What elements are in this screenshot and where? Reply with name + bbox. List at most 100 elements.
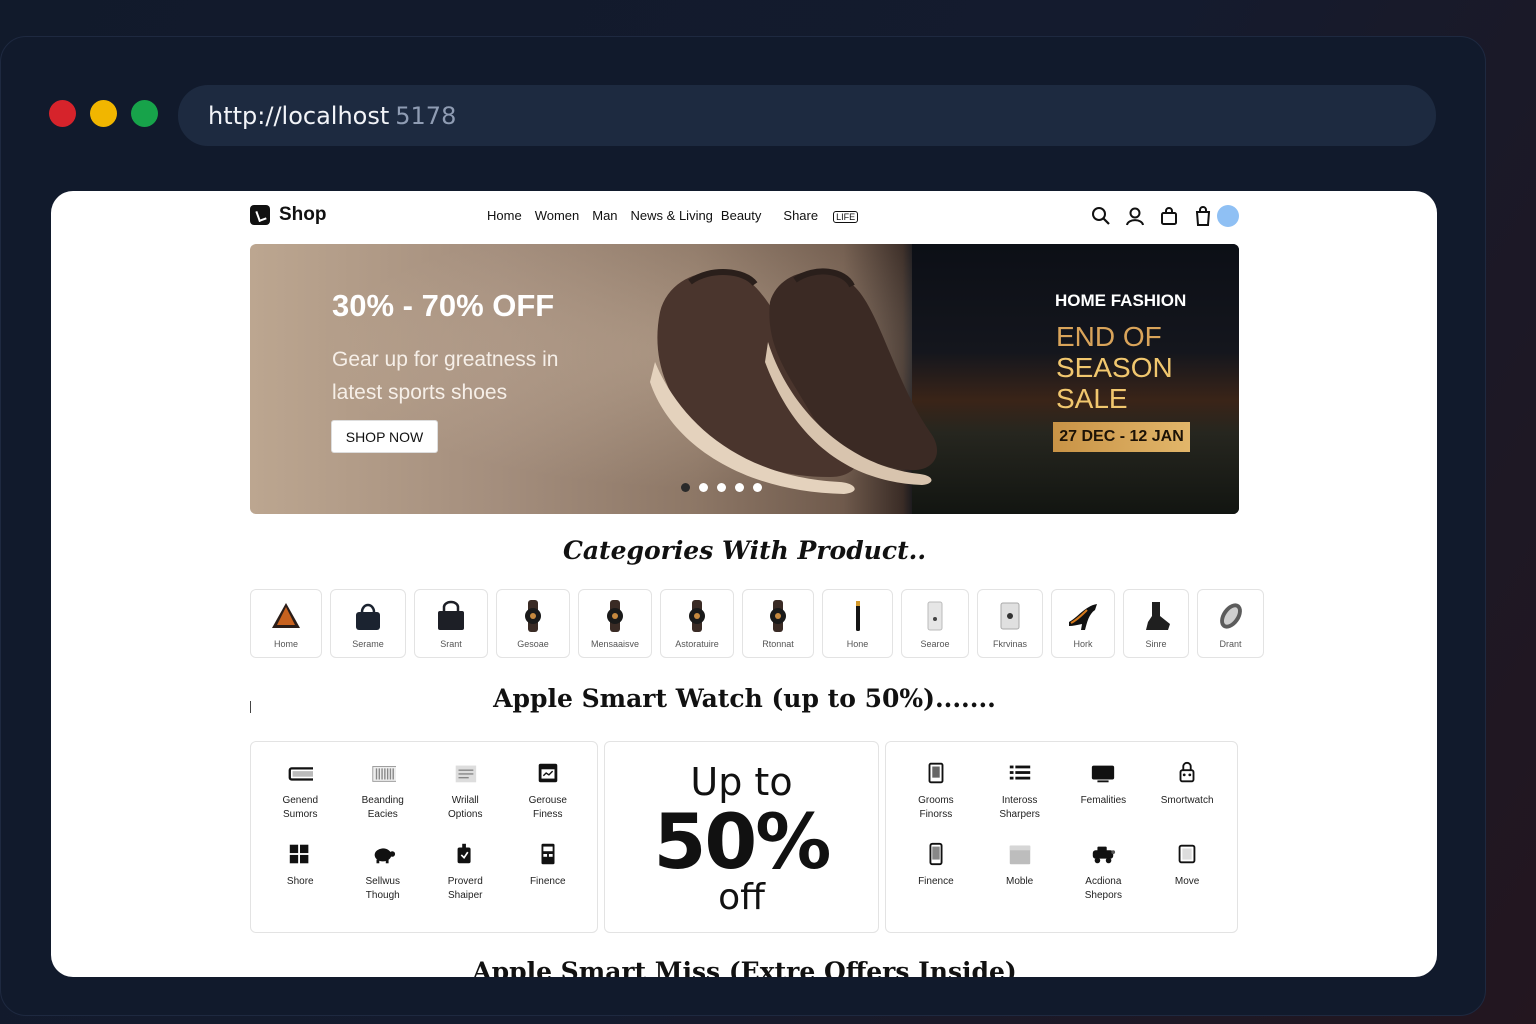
sports-shoes-image (650, 268, 938, 494)
hero-title: 30% - 70% OFF (332, 288, 555, 323)
feature-item[interactable]: Genend Sumors (259, 760, 342, 841)
categories-heading: Categories With Product.. (562, 536, 927, 565)
carousel-dot[interactable] (753, 483, 762, 492)
feature-item[interactable]: Finence (507, 841, 590, 922)
category-card[interactable]: Srant (414, 589, 488, 658)
nav-home[interactable]: Home (487, 208, 522, 223)
device-icon (1000, 602, 1020, 630)
feature-item[interactable]: Sellwus Though (342, 841, 425, 922)
header-tools (1091, 205, 1239, 227)
category-card[interactable]: Fkrvinas (977, 589, 1043, 658)
feature-item[interactable]: Smortwatch (1145, 760, 1229, 841)
nav-news-living[interactable]: News & Living (631, 208, 713, 223)
user-icon[interactable] (1125, 206, 1145, 226)
category-card[interactable]: Rtonnat (742, 589, 814, 658)
calculator-icon (541, 843, 555, 865)
category-label: Mensaaisve (590, 639, 640, 649)
stick-icon (855, 601, 860, 631)
category-label: Searoe (920, 639, 950, 649)
feature-label: Move (1174, 876, 1200, 887)
band-icon (1219, 603, 1242, 629)
feature-label: Shore (286, 876, 314, 887)
category-label: Home (273, 639, 298, 649)
category-card[interactable]: Home (250, 589, 322, 658)
carousel-dot[interactable] (699, 483, 708, 492)
feature-label: Inteross Sharpers (999, 795, 1040, 820)
feature-item[interactable]: Inteross Sharpers (978, 760, 1062, 841)
shop-now-button[interactable]: SHOP NOW (331, 420, 438, 453)
feature-label: Beanding Eacies (361, 795, 404, 820)
search-icon[interactable] (1091, 206, 1111, 226)
category-label: Sinre (1145, 639, 1167, 649)
category-label: Astoratuire (675, 639, 719, 649)
discount-promo-card[interactable]: Up to 50% off (604, 741, 879, 933)
category-strip: Home Serame Srant Gesoae Mensaaisve Astoratui… (250, 589, 1264, 658)
minimize-window-button[interactable] (90, 100, 117, 127)
boot-icon (1146, 602, 1170, 630)
share-badge: LIFE (833, 211, 859, 223)
carousel-dot[interactable] (717, 483, 726, 492)
page-viewport: Shop Home Women Man News & Living Beauty… (51, 191, 1437, 977)
feature-item[interactable]: Beanding Eacies (342, 760, 425, 841)
left-feature-grid: Genend Sumors Beanding Eacies Wrilall Opti… (251, 742, 597, 932)
url-text: http://localhost (208, 101, 390, 130)
phone-icon (929, 842, 943, 866)
close-window-button[interactable] (49, 100, 76, 127)
feature-item[interactable]: Acdiona Shepors (1062, 841, 1146, 922)
cart-icon[interactable] (1193, 206, 1213, 226)
address-bar[interactable]: http://localhost 5178 (178, 85, 1436, 146)
feature-item[interactable]: Proverd Shaiper (424, 841, 507, 922)
discount-text: Up to 50% off (605, 760, 878, 916)
category-label: Gesoae (517, 639, 549, 649)
feature-label: Finence (918, 876, 954, 887)
category-card[interactable]: Drant (1197, 589, 1264, 658)
nav-share-label: Share (783, 208, 819, 223)
hero-banner[interactable]: 30% - 70% OFF Gear up for greatness in l… (250, 244, 1239, 514)
feature-item[interactable]: Gerouse Finess (507, 760, 590, 841)
sale-headline-line: SEASON (1056, 352, 1173, 383)
sale-headline-line: SALE (1056, 383, 1128, 414)
category-label: Serame (352, 639, 384, 649)
handbag-icon (356, 603, 380, 630)
heel-shoe-icon (1069, 604, 1097, 630)
category-card[interactable]: Hork (1051, 589, 1115, 658)
main-menu: Home Women Man News & Living Beauty Shar… (487, 208, 884, 223)
sale-headline-line: END OF (1056, 321, 1162, 352)
category-card[interactable]: Astoratuire (660, 589, 734, 658)
screen-icon (538, 763, 558, 783)
feature-label: Smortwatch (1160, 795, 1214, 806)
category-label: Fkrvinas (992, 639, 1027, 649)
category-card[interactable]: Searoe (901, 589, 969, 658)
nav-women[interactable]: Women (535, 208, 580, 223)
discount-line-1: Up to (690, 760, 793, 804)
feature-item[interactable]: Shore (259, 841, 342, 922)
cart-count-badge[interactable] (1217, 205, 1239, 227)
nav-share[interactable]: Share LIFE (783, 208, 871, 223)
category-card[interactable]: Gesoae (496, 589, 570, 658)
feature-item[interactable]: Femalities (1062, 760, 1146, 841)
carousel-dot[interactable] (735, 483, 744, 492)
feature-item[interactable]: Moble (978, 841, 1062, 922)
bag-icon[interactable] (1159, 206, 1179, 226)
tote-bag-icon (438, 600, 464, 630)
feature-item[interactable]: Finence (894, 841, 978, 922)
feature-item[interactable]: Wrilall Options (424, 760, 507, 841)
category-card[interactable]: Mensaaisve (578, 589, 652, 658)
carousel-dots (681, 483, 762, 492)
carousel-dot[interactable] (681, 483, 690, 492)
feature-item[interactable]: Grooms Finorss (894, 760, 978, 841)
feature-item[interactable]: Move (1145, 841, 1229, 922)
maximize-window-button[interactable] (131, 100, 158, 127)
sale-kicker: HOME FASHION (1055, 291, 1187, 310)
category-card[interactable]: Hone (822, 589, 893, 658)
watch-icon (689, 600, 705, 632)
turtle-icon (374, 848, 395, 864)
nav-beauty[interactable]: Beauty (721, 208, 761, 223)
folder-icon (1009, 845, 1030, 865)
category-card[interactable]: Serame (330, 589, 406, 658)
brand[interactable]: Shop (250, 204, 327, 226)
nav-man[interactable]: Man (592, 208, 617, 223)
brand-label: Shop (279, 204, 327, 225)
category-card[interactable]: Sinre (1123, 589, 1189, 658)
feature-label: Acdiona Shepors (1084, 876, 1122, 901)
